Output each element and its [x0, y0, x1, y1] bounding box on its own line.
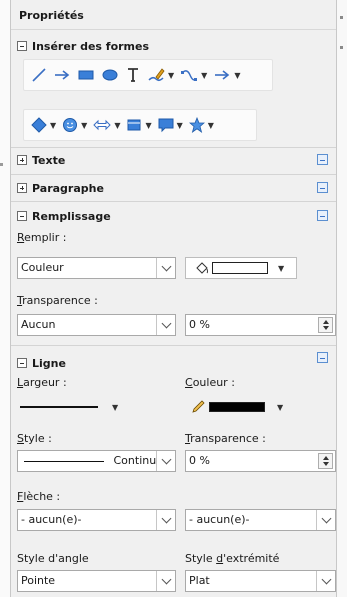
fill-color-button[interactable]: ▼ [185, 257, 297, 279]
shapes-toolbar-2: ▼ ▼ ▼ ▼ ▼ ▼ [23, 109, 257, 141]
line-width-label: Largeur : [17, 376, 67, 389]
more-options-button[interactable] [317, 182, 328, 193]
section-fill-header[interactable]: Remplissage [17, 208, 111, 224]
line-color-label: Couleur : [185, 376, 235, 389]
fill-transparency-label: Transparence : [17, 294, 98, 307]
line-width-button[interactable]: ▼ [17, 396, 129, 418]
corner-style-label: Style d'angle [17, 552, 89, 565]
chevron-down-icon[interactable] [316, 510, 335, 530]
section-text-title: Texte [32, 153, 66, 167]
section-shapes-header[interactable]: Insérer des formes [17, 38, 149, 54]
line-style-label: Style : [17, 432, 52, 445]
fill-type-value: Couleur [21, 261, 64, 274]
line-color-button[interactable]: ▼ [185, 396, 297, 418]
fill-label: Remplir : [17, 231, 67, 244]
connector-icon[interactable]: ▼ [210, 63, 243, 87]
rectangle-icon[interactable] [74, 63, 98, 87]
paint-bucket-icon [196, 262, 208, 274]
expand-icon[interactable] [17, 183, 27, 193]
section-paragraph-header[interactable]: Paragraphe [17, 180, 104, 196]
smiley-icon[interactable]: ▼ [59, 113, 90, 137]
more-options-button[interactable] [317, 352, 328, 363]
callout-icon[interactable]: ▼ [155, 113, 186, 137]
curve-icon[interactable]: ▼ [177, 63, 210, 87]
line-icon[interactable] [28, 63, 50, 87]
section-paragraph-title: Paragraphe [32, 181, 104, 195]
scrollbar-track[interactable] [337, 0, 347, 597]
arrow-style-label: Flèche : [17, 490, 61, 503]
cap-style-select[interactable]: Plat [185, 570, 336, 592]
ellipse-icon[interactable] [98, 63, 122, 87]
section-fill-title: Remplissage [32, 209, 111, 223]
spin-buttons[interactable] [318, 453, 333, 469]
double-arrow-icon[interactable]: ▼ [90, 113, 123, 137]
more-options-button[interactable] [317, 154, 328, 165]
collapse-icon[interactable] [17, 358, 27, 368]
dropdown-arrow-icon[interactable]: ▼ [278, 264, 284, 273]
line-style-select[interactable]: Continu [17, 450, 176, 472]
separator [11, 201, 336, 202]
cap-style-value: Plat [189, 574, 210, 587]
section-line-title: Ligne [32, 356, 66, 370]
corner-style-value: Pointe [21, 574, 56, 587]
edge-marker [0, 163, 3, 166]
line-color-swatch [209, 402, 265, 412]
dropdown-arrow-icon[interactable]: ▼ [277, 403, 283, 412]
chevron-down-icon[interactable] [156, 451, 175, 471]
arrow-start-select[interactable]: - aucun(e)- [17, 509, 176, 531]
shapes-toolbar-1: ▼ ▼ ▼ [23, 59, 273, 91]
spin-buttons[interactable] [318, 317, 333, 333]
pencil-icon [192, 400, 205, 413]
chevron-down-icon[interactable] [156, 315, 175, 335]
freeform-icon[interactable]: ▼ [144, 63, 177, 87]
arrow-end-select[interactable]: - aucun(e)- [185, 509, 336, 531]
line-transparency-label: Transparence : [185, 432, 266, 445]
arrow-icon[interactable] [50, 63, 74, 87]
line-transparency-spin[interactable]: 0 % [185, 450, 336, 472]
properties-panel: Propriétés Insérer des formes ▼ ▼ ▼ ▼ ▼ … [10, 0, 337, 597]
diamond-icon[interactable]: ▼ [28, 113, 59, 137]
more-options-button[interactable] [317, 210, 328, 221]
chevron-down-icon[interactable] [156, 571, 175, 591]
deck-title: Propriétés [11, 0, 336, 30]
dropdown-arrow-icon[interactable]: ▼ [112, 403, 118, 412]
collapse-icon[interactable] [17, 41, 27, 51]
collapse-icon[interactable] [17, 211, 27, 221]
fill-transparency-spin[interactable]: 0 % [185, 314, 336, 336]
line-width-preview [20, 406, 98, 408]
section-text-header[interactable]: Texte [17, 152, 65, 168]
separator [11, 345, 336, 346]
section-line-header[interactable]: Ligne [17, 355, 66, 371]
fill-transparency-select[interactable]: Aucun [17, 314, 176, 336]
fill-transparency-value: 0 % [189, 318, 210, 331]
line-style-value: Continu [113, 454, 157, 467]
text-icon[interactable] [122, 63, 144, 87]
arrow-start-value: - aucun(e)- [21, 513, 82, 526]
arrow-end-value: - aucun(e)- [189, 513, 250, 526]
chevron-down-icon[interactable] [156, 510, 175, 530]
separator [11, 147, 336, 148]
section-shapes-title: Insérer des formes [32, 39, 150, 53]
cap-style-label: Style d'extrémité [185, 552, 280, 565]
flowchart-icon[interactable]: ▼ [123, 113, 154, 137]
star-icon[interactable]: ▼ [186, 113, 217, 137]
scroll-marker [340, 46, 343, 49]
scroll-marker [340, 16, 343, 19]
chevron-down-icon[interactable] [156, 258, 175, 278]
expand-icon[interactable] [17, 155, 27, 165]
corner-style-select[interactable]: Pointe [17, 570, 176, 592]
line-transparency-value: 0 % [189, 454, 210, 467]
chevron-down-icon[interactable] [316, 571, 335, 591]
fill-transparency-mode: Aucun [21, 318, 56, 331]
left-edge [0, 0, 10, 597]
fill-color-swatch [212, 262, 268, 274]
separator [11, 174, 336, 175]
line-style-preview [24, 460, 104, 462]
fill-type-select[interactable]: Couleur [17, 257, 176, 279]
